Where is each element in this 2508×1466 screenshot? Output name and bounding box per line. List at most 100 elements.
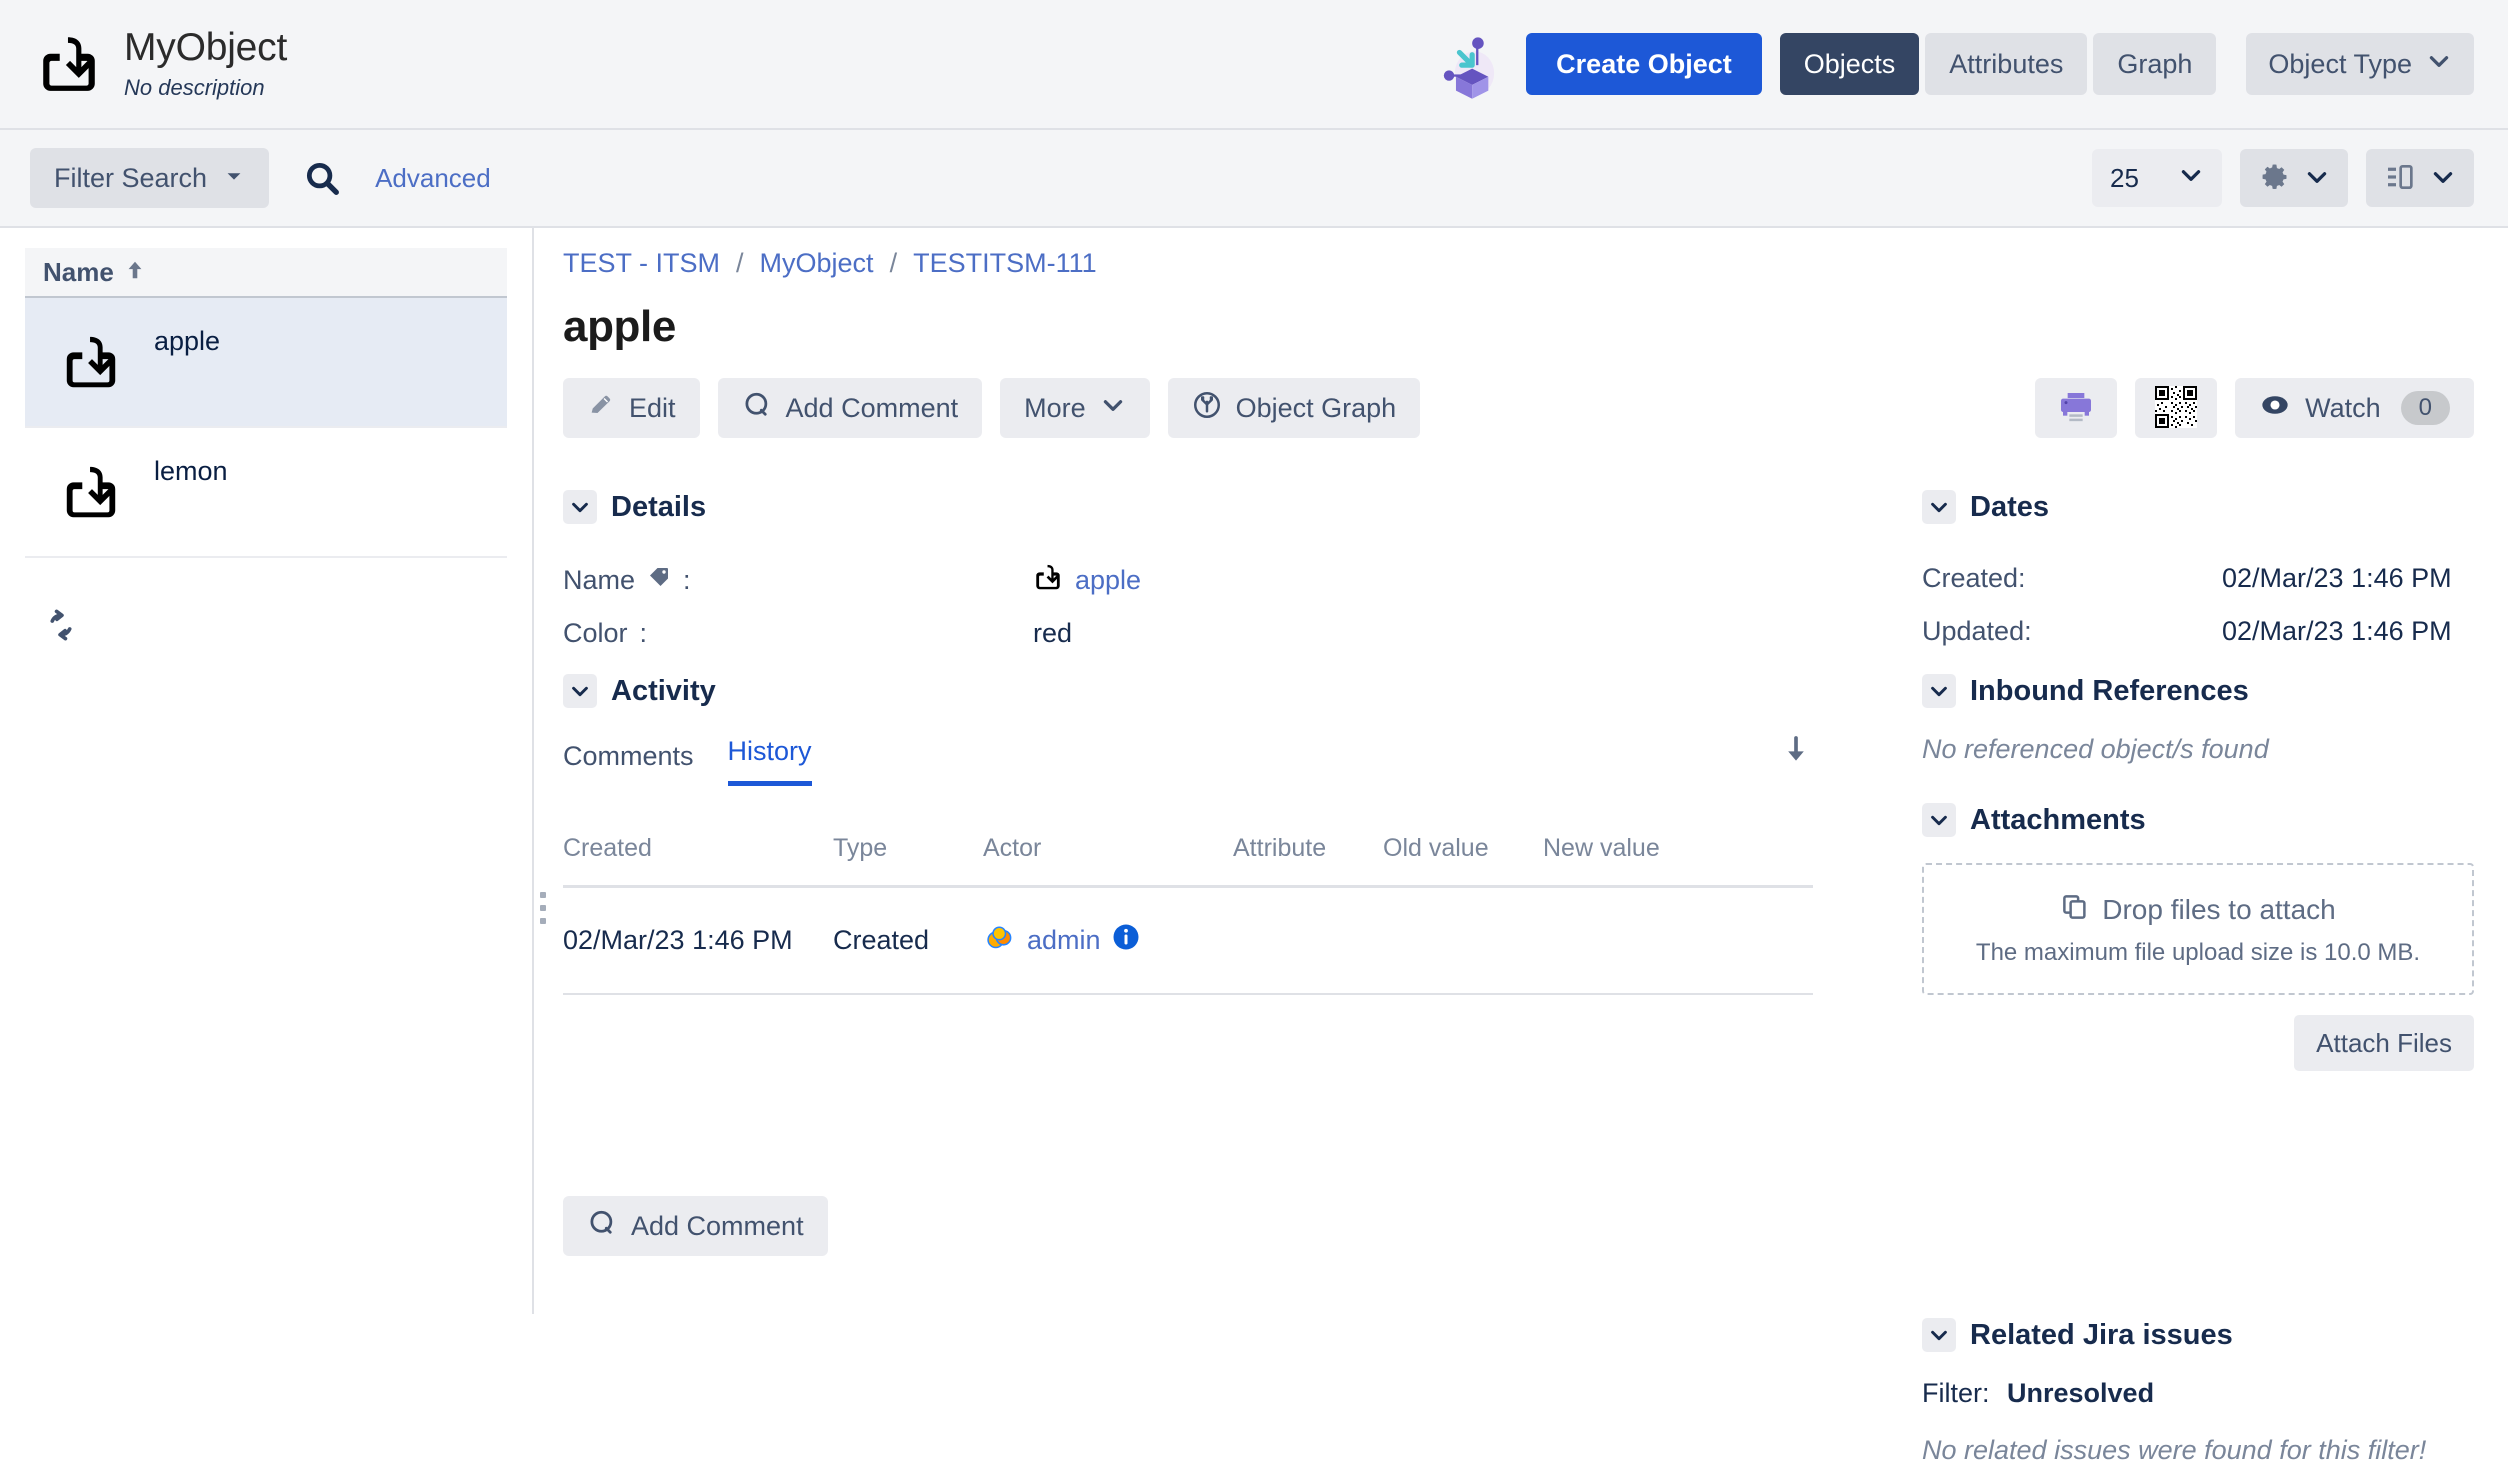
column-header-new-value[interactable]: New value <box>1543 834 1813 888</box>
object-type-brand: MyObject No description <box>0 26 287 102</box>
column-header-old-value[interactable]: Old value <box>1383 834 1543 888</box>
list-item-label: lemon <box>154 456 228 486</box>
object-import-icon <box>60 461 122 523</box>
filter-search-label: Filter Search <box>54 162 208 193</box>
add-comment-button[interactable]: Add Comment <box>717 378 983 438</box>
column-header-type[interactable]: Type <box>833 834 983 888</box>
add-comment-button-bottom[interactable]: Add Comment <box>563 1196 828 1256</box>
attach-files-button[interactable]: Attach Files <box>2294 1015 2474 1071</box>
breadcrumb-item-key[interactable]: TESTITSM-111 <box>913 248 1097 279</box>
details-rows: Name : apple Color: red <box>563 554 1743 660</box>
tab-attributes[interactable]: Attributes <box>1925 33 2088 95</box>
toolbar-right-group: 25 <box>2092 149 2508 207</box>
details-section: Details Name : apple Color: red <box>563 490 1743 660</box>
edit-button[interactable]: Edit <box>563 378 700 438</box>
copy-files-icon <box>2060 892 2090 929</box>
activity-section-title: Activity <box>611 674 716 707</box>
detail-label-colon: : <box>639 618 648 648</box>
history-table: Created Type Actor Attribute Old value N… <box>563 834 1813 995</box>
breadcrumb: TEST - ITSM / MyObject / TESTITSM-111 <box>563 248 1097 279</box>
related-jira-section: Related Jira issues Filter: Unresolved N… <box>1922 1318 2474 1466</box>
sidebar-column-header[interactable]: Name <box>25 248 507 298</box>
object-type-dropdown-label: Object Type <box>2268 48 2412 79</box>
cell-type: Created <box>833 886 983 995</box>
detail-row-color: Color : red <box>563 607 1743 660</box>
tag-icon <box>647 565 671 596</box>
more-button[interactable]: More <box>1000 378 1150 438</box>
tab-graph[interactable]: Graph <box>2093 33 2217 95</box>
detail-label-wrapper: Name : <box>563 565 1033 596</box>
column-header-actor[interactable]: Actor <box>983 834 1233 888</box>
object-type-dropdown[interactable]: Object Type <box>2246 33 2474 95</box>
column-header-created[interactable]: Created <box>563 834 833 888</box>
dates-section: Dates Created: 02/Mar/23 1:46 PM Updated… <box>1922 490 2474 658</box>
activity-section-header: Activity <box>563 674 1863 708</box>
sort-ascending-icon <box>124 259 146 286</box>
detail-label-wrapper: Color : <box>563 618 1033 649</box>
breadcrumb-item-project[interactable]: TEST - ITSM <box>563 248 720 279</box>
chevron-down-icon[interactable] <box>1922 803 1956 837</box>
sort-descending-arrow-icon[interactable] <box>1779 733 1813 772</box>
chevron-down-icon <box>2426 48 2452 81</box>
page-size-value: 25 <box>2110 162 2139 193</box>
layout-view-button[interactable] <box>2366 149 2474 207</box>
page-size-select[interactable]: 25 <box>2092 149 2222 207</box>
column-header-attribute[interactable]: Attribute <box>1233 834 1383 888</box>
settings-button[interactable] <box>2240 149 2348 207</box>
sidebar-column-header-label: Name <box>43 256 114 287</box>
view-tabs: Objects Attributes Graph <box>1779 33 2217 95</box>
object-import-icon <box>60 331 122 393</box>
detail-label-name: Name <box>563 565 636 595</box>
date-label-created: Created: <box>1922 563 2026 593</box>
object-graph-button[interactable]: Object Graph <box>1167 378 1421 438</box>
chevron-down-icon[interactable] <box>1922 490 1956 524</box>
related-jira-filter-label: Filter: <box>1922 1378 1990 1408</box>
detail-row-name: Name : apple <box>563 554 1743 607</box>
tab-objects[interactable]: Objects <box>1779 33 1920 95</box>
advanced-search-link[interactable]: Advanced <box>375 163 491 194</box>
object-list-sidebar: Name apple lemon <box>0 228 534 1314</box>
attachments-header: Attachments <box>1922 803 2474 837</box>
breadcrumb-item-objecttype[interactable]: MyObject <box>760 248 874 279</box>
object-title: apple <box>563 302 676 351</box>
chevron-down-icon[interactable] <box>1922 674 1956 708</box>
refresh-icon[interactable] <box>42 606 80 644</box>
detail-label-colon: : <box>683 565 691 595</box>
object-import-icon <box>1033 562 1063 599</box>
comment-icon <box>742 390 772 427</box>
detail-value-name-link[interactable]: apple <box>1075 565 1141 596</box>
chevron-down-icon[interactable] <box>563 674 597 708</box>
list-item[interactable]: lemon <box>25 428 507 558</box>
file-dropzone[interactable]: Drop files to attach The maximum file up… <box>1922 863 2474 995</box>
search-icon[interactable] <box>299 155 345 201</box>
details-section-title: Details <box>611 490 707 523</box>
related-jira-filter-value[interactable]: Unresolved <box>2007 1378 2154 1408</box>
detail-value-color: red <box>1033 618 1073 648</box>
add-comment-button-label: Add Comment <box>785 392 959 423</box>
edit-button-label: Edit <box>629 392 676 423</box>
chevron-down-icon[interactable] <box>1922 1318 1956 1352</box>
dates-rows: Created: 02/Mar/23 1:46 PM Updated: 02/M… <box>1922 552 2474 658</box>
panel-resize-handle[interactable] <box>540 892 546 924</box>
chevron-down-icon <box>2178 162 2204 195</box>
detail-value-name: apple <box>1033 562 1141 599</box>
filter-toolbar: Filter Search Advanced 25 <box>0 130 2508 228</box>
create-object-button[interactable]: Create Object <box>1526 33 1762 95</box>
list-item[interactable]: apple <box>25 298 507 428</box>
info-icon[interactable] <box>1111 922 1141 959</box>
date-value-updated: 02/Mar/23 1:46 PM <box>2222 616 2452 646</box>
tab-comments[interactable]: Comments <box>563 741 694 786</box>
admin-avatar-icon <box>983 920 1017 961</box>
details-section-header: Details <box>563 490 1743 524</box>
attachments-section: Attachments Drop files to attach The max… <box>1922 803 2474 1071</box>
chevron-down-icon <box>2430 164 2456 193</box>
toolbar-left-group: Filter Search Advanced <box>0 148 491 208</box>
comment-icon <box>587 1208 617 1245</box>
chevron-down-icon <box>2304 164 2330 193</box>
filter-search-dropdown[interactable]: Filter Search <box>30 148 270 208</box>
tab-history[interactable]: History <box>727 736 812 786</box>
cell-old-value <box>1383 886 1543 995</box>
dropzone-label: Drop files to attach <box>2102 894 2336 925</box>
chevron-down-icon[interactable] <box>563 490 597 524</box>
actor-link[interactable]: admin <box>1027 925 1101 956</box>
